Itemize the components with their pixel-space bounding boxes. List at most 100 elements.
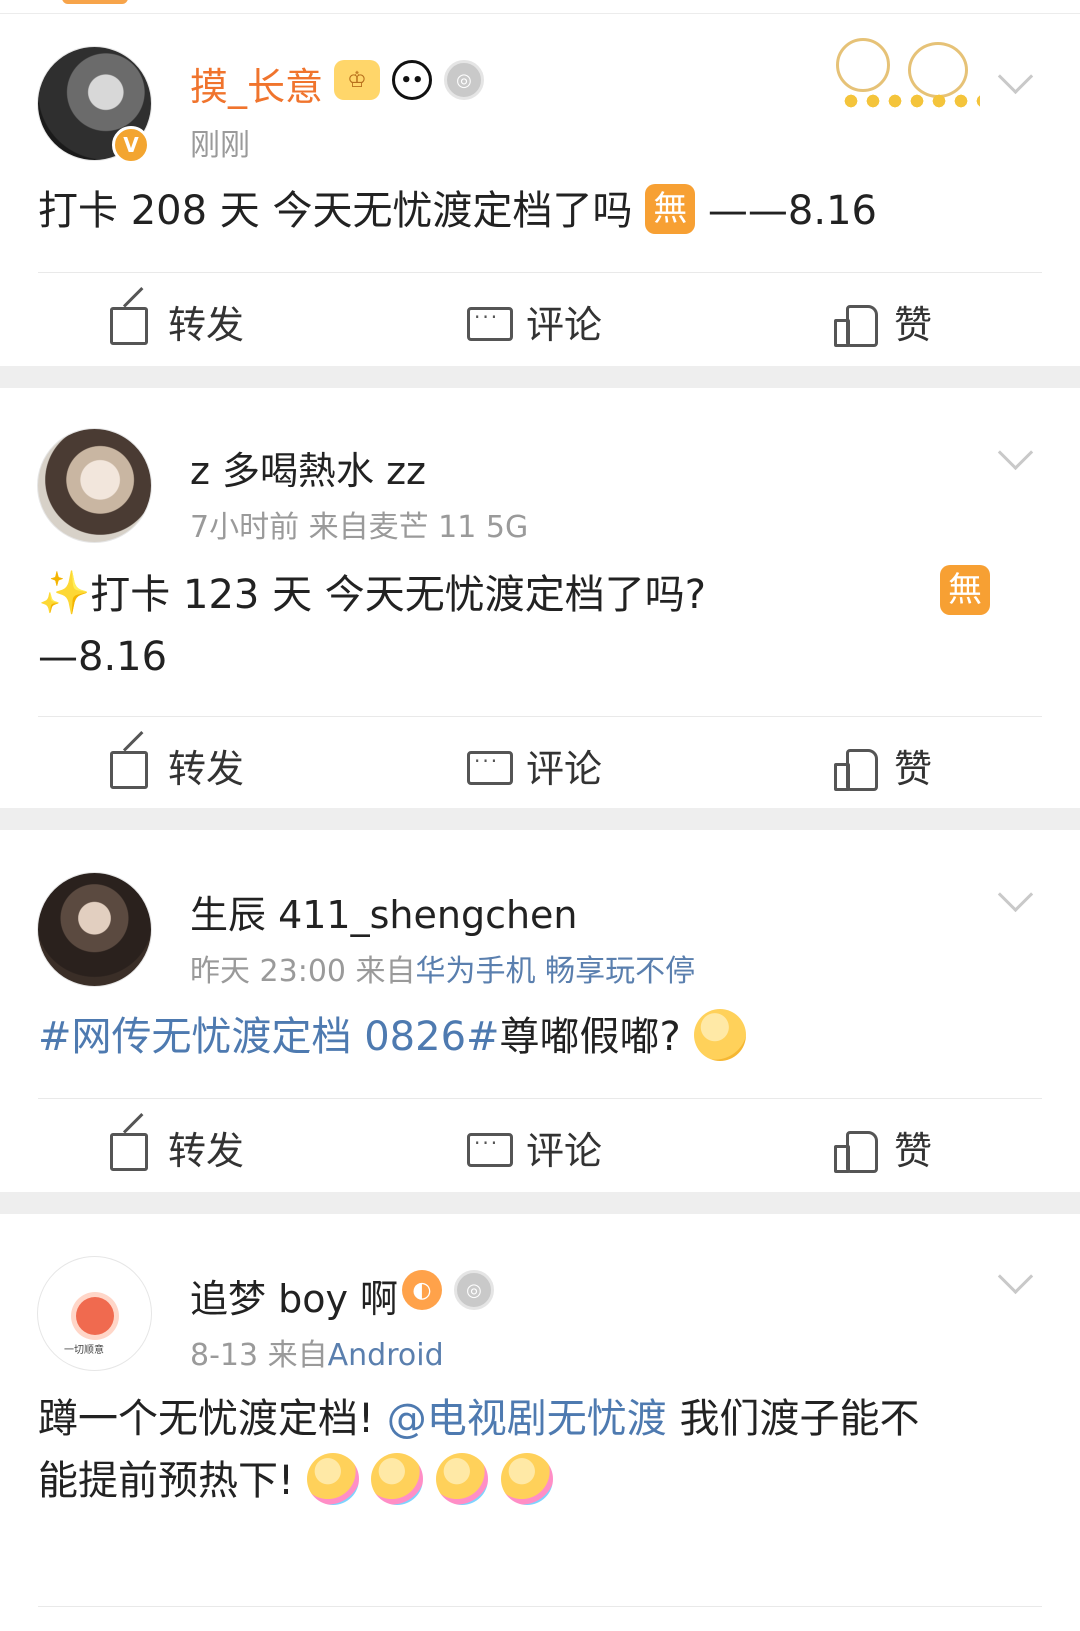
repost-icon <box>108 301 150 345</box>
duck-icon <box>836 38 890 92</box>
post-separator <box>0 366 1080 388</box>
post-text-part: 尊嘟假嘟? <box>499 1014 681 1060</box>
username[interactable]: 摸_长意 <box>190 56 323 111</box>
crown-badge-icon[interactable]: ♔ <box>334 60 380 100</box>
chevron-down-icon[interactable] <box>1000 1266 1028 1294</box>
post-time: 8-13 <box>190 1338 259 1373</box>
avatar-caption: 一切顺意 <box>64 1345 104 1356</box>
like-button[interactable]: 赞 <box>834 738 932 793</box>
orange-tab-edge <box>62 0 128 4</box>
post-meta: 7小时前 来自麦芒 11 5G <box>190 502 528 546</box>
post-text: ✨打卡 123 天 今天无忧渡定档了吗? <box>38 564 706 626</box>
post-meta: 昨天 23:00 来自华为手机 畅享玩不停 <box>190 946 695 990</box>
source-link[interactable]: Android <box>328 1338 444 1373</box>
duck-decoration-icon <box>830 32 980 114</box>
action-bar: 转发 评论 赞 <box>0 1098 1080 1194</box>
repost-button[interactable]: 转发 <box>108 738 244 793</box>
like-label: 赞 <box>894 747 933 791</box>
verified-icon: V <box>112 126 150 164</box>
comment-button[interactable]: 评论 <box>466 738 602 793</box>
mention-link[interactable]: @电视剧无忧渡 <box>387 1396 667 1442</box>
repost-button[interactable]: 转发 <box>108 294 244 349</box>
action-bar: 转发 评论 赞 <box>0 716 1080 812</box>
panda-badge-icon[interactable]: •• <box>392 60 432 100</box>
post-separator <box>0 808 1080 830</box>
like-label: 赞 <box>894 303 933 347</box>
like-button[interactable]: 赞 <box>834 1120 932 1175</box>
comment-icon <box>466 301 513 343</box>
chevron-down-icon[interactable] <box>1000 66 1028 94</box>
post-card: V 摸_长意 ♔ •• ◎ 刚刚 打卡 208 天 今天无忧渡定档了吗 無 ——… <box>0 14 1080 366</box>
username[interactable]: 生辰 411_shengchen <box>190 884 578 939</box>
avatar[interactable]: 一切顺意 <box>37 1256 152 1371</box>
rainbow-emoji-icon <box>371 1453 424 1505</box>
post-text: #网传无忧渡定档 0826#尊嘟假嘟? <box>38 1006 746 1068</box>
post-text-part: 蹲一个无忧渡定档! <box>38 1396 375 1442</box>
repost-icon <box>108 1127 150 1171</box>
repost-label: 转发 <box>168 303 245 347</box>
comment-icon <box>466 745 513 787</box>
comment-label: 评论 <box>526 303 603 347</box>
avatar[interactable] <box>37 872 152 987</box>
chevron-down-icon[interactable] <box>1000 442 1028 470</box>
source-prefix: 来自 <box>267 1338 328 1373</box>
coins-icon <box>840 90 980 112</box>
post-text-line2: —8.16 <box>38 634 168 680</box>
post-source: 来自麦芒 11 5G <box>308 510 529 545</box>
comment-icon <box>466 1127 513 1169</box>
comment-button[interactable]: 评论 <box>466 294 602 349</box>
username[interactable]: z 多喝熱水 zz <box>190 440 426 495</box>
like-label: 赞 <box>894 1129 933 1173</box>
fish-badge-icon[interactable]: ◐ <box>402 1270 442 1310</box>
rainbow-emoji-icon <box>500 1453 553 1505</box>
post-card: 生辰 411_shengchen 昨天 23:00 来自华为手机 畅享玩不停 #… <box>0 830 1080 1192</box>
rainbow-emoji-icon <box>436 1453 489 1505</box>
sparkle-icon: ✨ <box>38 568 91 617</box>
rainbow-emoji-icon <box>306 1453 359 1505</box>
source-prefix: 来自 <box>355 954 416 989</box>
post-card: 一切顺意 追梦 boy 啊 ◐ ◎ 8-13 来自Android 蹲一个无忧渡定… <box>0 1214 1080 1631</box>
post-text-line2: 能提前预热下! <box>38 1450 553 1512</box>
thumbs-up-icon <box>834 1127 878 1173</box>
post-time: 昨天 23:00 <box>190 954 346 989</box>
post-time: 7小时前 <box>190 510 300 545</box>
medal-badge-icon[interactable]: ◎ <box>454 1270 494 1310</box>
post-text-part: 能提前预热下! <box>38 1458 295 1504</box>
sun-icon <box>76 1297 114 1335</box>
post-card: z 多喝熱水 zz 7小时前 来自麦芒 11 5G ✨打卡 123 天 今天无忧… <box>0 388 1080 808</box>
post-text-part: 打卡 208 天 今天无忧渡定档了吗 <box>38 188 646 234</box>
divider <box>38 1606 1042 1607</box>
weibo-feed: V 摸_长意 ♔ •• ◎ 刚刚 打卡 208 天 今天无忧渡定档了吗 無 ——… <box>0 0 1080 1631</box>
post-time: 刚刚 <box>190 128 250 163</box>
wu-emoji-icon: 無 <box>940 565 990 615</box>
kiss-emoji-icon <box>693 1009 746 1061</box>
post-text: 蹲一个无忧渡定档! @电视剧无忧渡 我们渡子能不 <box>38 1388 919 1450</box>
post-meta: 8-13 来自Android <box>190 1330 444 1374</box>
post-text-part: 打卡 123 天 今天无忧渡定档了吗? <box>90 572 707 618</box>
post-separator <box>0 1192 1080 1214</box>
medal-badge-icon[interactable]: ◎ <box>444 60 484 100</box>
repost-button[interactable]: 转发 <box>108 1120 244 1175</box>
post-text-part: 我们渡子能不 <box>666 1396 920 1442</box>
topic-link[interactable]: #网传无忧渡定档 0826# <box>38 1014 500 1060</box>
source-link[interactable]: 华为手机 畅享玩不停 <box>416 954 696 989</box>
thumbs-up-icon <box>834 745 878 791</box>
comment-label: 评论 <box>526 747 603 791</box>
post-text-part: ——8.16 <box>695 188 877 234</box>
post-text: 打卡 208 天 今天无忧渡定档了吗 無 ——8.16 <box>38 180 877 242</box>
thumbs-up-icon <box>834 301 878 347</box>
repost-icon <box>108 745 150 789</box>
repost-label: 转发 <box>168 1129 245 1173</box>
like-button[interactable]: 赞 <box>834 294 932 349</box>
username[interactable]: 追梦 boy 啊 <box>190 1268 398 1323</box>
action-bar: 转发 评论 赞 <box>0 272 1080 368</box>
wu-emoji-icon: 無 <box>645 184 696 234</box>
badge-row: ♔ •• ◎ <box>334 60 484 100</box>
avatar[interactable] <box>37 428 152 543</box>
badge-row: ◐ ◎ <box>402 1270 494 1310</box>
repost-label: 转发 <box>168 747 245 791</box>
chevron-down-icon[interactable] <box>1000 884 1028 912</box>
top-edge <box>0 0 1080 14</box>
comment-button[interactable]: 评论 <box>466 1120 602 1175</box>
comment-label: 评论 <box>526 1129 603 1173</box>
